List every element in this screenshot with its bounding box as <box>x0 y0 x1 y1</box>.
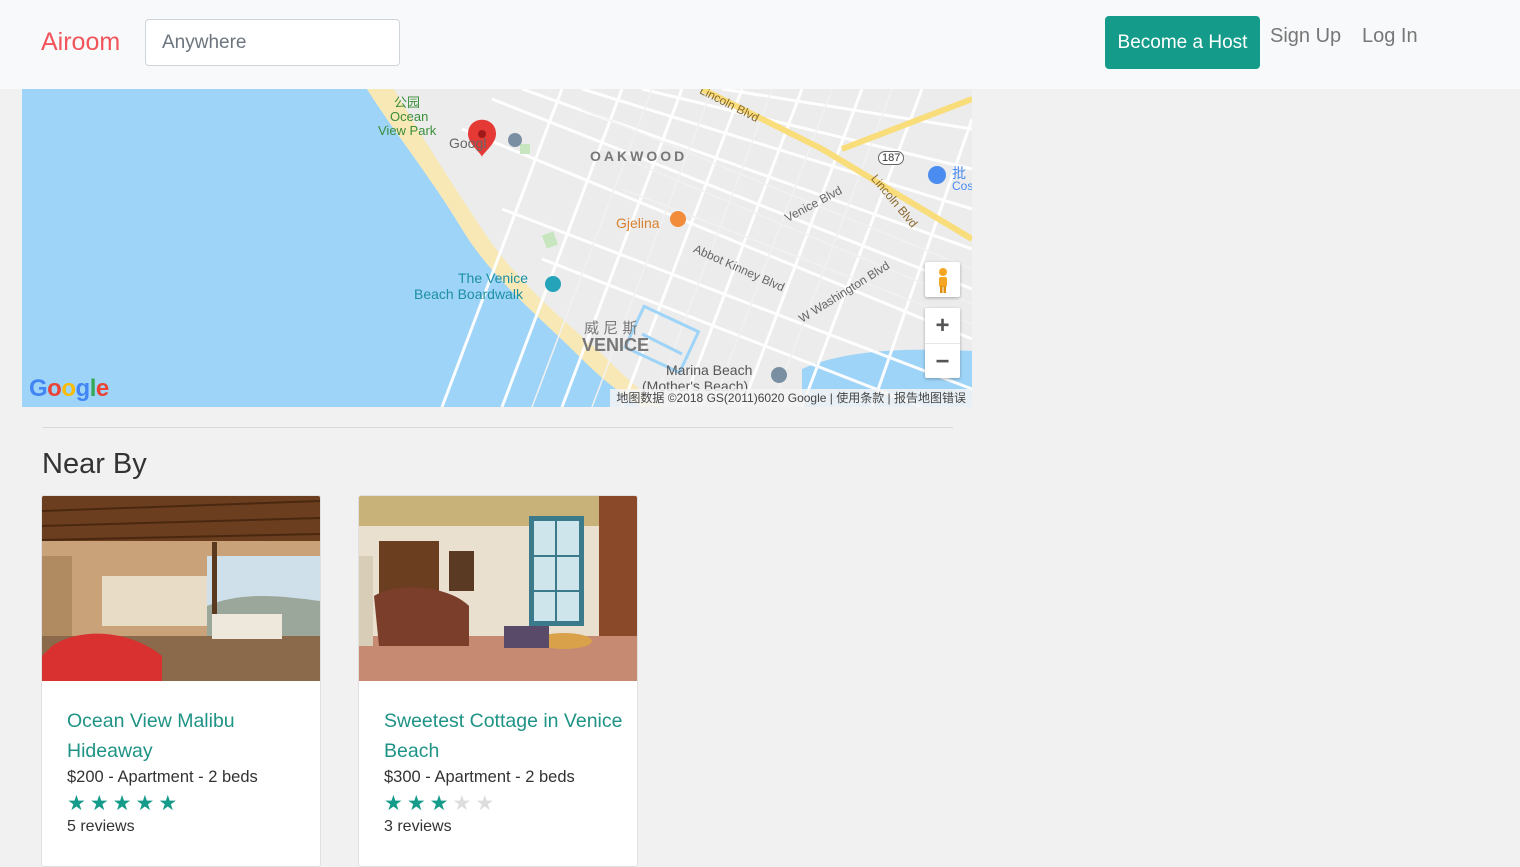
map-label-gjelina: Gjelina <box>616 215 660 231</box>
map-copyright[interactable]: 地图数据 ©2018 GS(2011)6020 Google | 使用条款 | … <box>610 389 972 407</box>
map-label-venice: VENICE <box>582 335 650 355</box>
star-icon: ★ <box>135 792 155 815</box>
become-host-button[interactable]: Become a Host <box>1105 16 1260 69</box>
listing-meta: $200 - Apartment - 2 beds <box>67 768 258 786</box>
street-view-pegman-icon[interactable] <box>925 262 960 297</box>
map-label-park2: View Park <box>378 123 437 138</box>
map-route-187: 187 <box>878 151 905 165</box>
listing-title[interactable]: Sweetest Cottage in Venice Beach <box>384 706 624 766</box>
star-icon: ★ <box>89 792 109 815</box>
map-canvas <box>22 89 972 407</box>
star-icon: ★ <box>384 792 403 815</box>
rating-stars: ★ ★ ★ ★ ★ <box>67 792 177 816</box>
listing-card[interactable]: Ocean View Malibu Hideaway $200 - Apartm… <box>41 495 321 867</box>
brand-logo[interactable]: Airoom <box>41 28 120 57</box>
zoom-out-button[interactable]: − <box>925 343 960 379</box>
map-label-boardwalk2: Beach Boardwalk <box>414 286 523 302</box>
map-label-poi-cn2: Cos <box>952 179 972 193</box>
listing-image[interactable] <box>42 496 320 681</box>
google-logo[interactable]: Google <box>29 375 109 403</box>
listing-meta: $300 - Apartment - 2 beds <box>384 768 575 786</box>
navbar: Airoom Become a Host Sign Up Log In <box>0 0 1520 89</box>
rating-stars: ★ ★ ★ ★ ★ <box>384 792 494 816</box>
map-label-marina1: Marina Beach <box>666 362 753 378</box>
review-count: 5 reviews <box>67 818 135 835</box>
map-label-oakwood: OAKWOOD <box>590 148 688 164</box>
map-label-google: Googl <box>449 135 487 151</box>
listing-card[interactable]: Sweetest Cottage in Venice Beach $300 - … <box>358 495 638 867</box>
listing-title[interactable]: Ocean View Malibu Hideaway <box>67 706 307 766</box>
sign-up-link[interactable]: Sign Up <box>1270 25 1341 48</box>
search-input[interactable] <box>145 19 400 66</box>
zoom-control: + − <box>925 308 960 378</box>
review-count: 3 reviews <box>384 818 452 835</box>
map[interactable]: 公园 Ocean View Park Googl OAKWOOD Gjelina… <box>22 89 972 407</box>
star-icon: ★ <box>112 792 132 815</box>
log-in-link[interactable]: Log In <box>1362 25 1418 48</box>
map-label-park: Ocean <box>390 109 429 124</box>
star-icon: ★ <box>406 792 426 815</box>
divider <box>42 427 953 428</box>
star-icon: ★ <box>452 792 472 815</box>
map-label-boardwalk1: The Venice <box>458 270 529 286</box>
nearby-title: Near By <box>42 448 147 480</box>
star-icon: ★ <box>475 792 495 815</box>
star-icon: ★ <box>158 792 178 815</box>
star-icon: ★ <box>67 792 86 815</box>
listing-image[interactable] <box>359 496 637 681</box>
star-icon: ★ <box>429 792 449 815</box>
zoom-in-button[interactable]: + <box>925 308 960 343</box>
